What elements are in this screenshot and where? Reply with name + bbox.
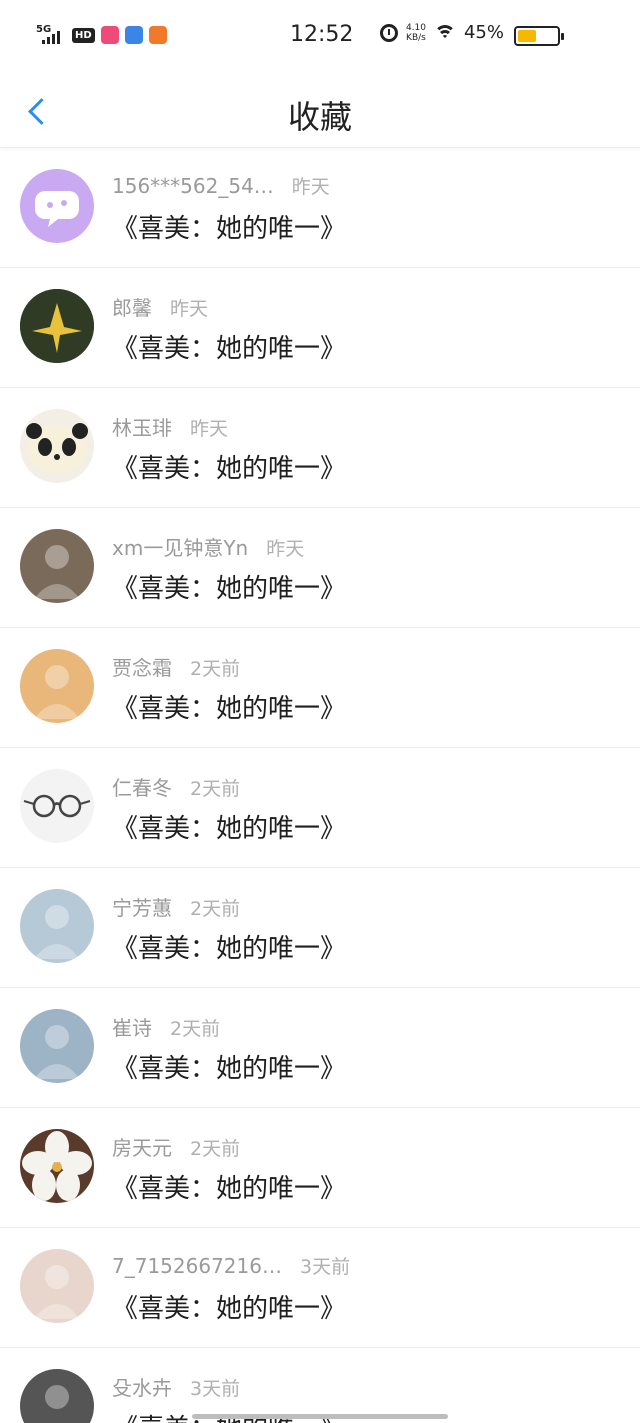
user-name[interactable]: 崔诗 <box>112 1012 152 1041</box>
glasses-icon <box>23 794 91 818</box>
user-name[interactable]: xm一见钟意Yn <box>112 532 248 561</box>
user-name[interactable]: 林玉琲 <box>112 412 172 441</box>
timestamp: 昨天 <box>170 298 209 320</box>
book-title[interactable]: 《喜美：她的唯一》 <box>112 568 346 605</box>
avatar[interactable] <box>20 769 94 843</box>
wifi-icon <box>433 24 456 41</box>
avatar[interactable] <box>20 529 94 603</box>
timestamp: 昨天 <box>291 176 330 198</box>
chat-bubble-icon <box>35 191 79 227</box>
list-item[interactable]: 殳水卉3天前《喜美：她的唯一》 <box>0 1348 640 1423</box>
list-item[interactable]: 宁芳蕙 2天前《喜美：她的唯一》 <box>0 868 640 988</box>
person-photo-icon <box>34 665 80 719</box>
signal-icon: 5G <box>36 24 66 46</box>
user-name[interactable]: 宁芳蕙 <box>112 892 172 921</box>
name-line: 156***562_54… 昨天 <box>112 172 330 199</box>
book-title[interactable]: 《喜美：她的唯一》 <box>112 928 346 965</box>
name-line: 林玉琲 昨天 <box>112 412 228 441</box>
avatar[interactable] <box>20 1249 94 1323</box>
list-item[interactable]: 仁春冬 2天前《喜美：她的唯一》 <box>0 748 640 868</box>
origami-icon <box>20 289 94 363</box>
hd-badge: HD <box>72 27 95 43</box>
name-line: 殳水卉 3天前 <box>112 1372 240 1401</box>
list-item[interactable]: 7_7152667216… 3天前《喜美：她的唯一》 <box>0 1228 640 1348</box>
person-photo-icon <box>34 1265 80 1319</box>
avatar[interactable] <box>20 169 94 243</box>
person-photo-icon <box>45 1385 69 1409</box>
name-line: 仁春冬 2天前 <box>112 772 240 801</box>
user-name[interactable]: 贾念霜 <box>112 652 172 681</box>
list-item[interactable]: 林玉琲 昨天《喜美：她的唯一》 <box>0 388 640 508</box>
book-title[interactable]: 《喜美：她的唯一》 <box>112 1288 346 1325</box>
home-indicator[interactable] <box>192 1414 448 1419</box>
timestamp: 2天前 <box>190 1138 241 1160</box>
timestamp: 昨天 <box>190 418 229 440</box>
user-name[interactable]: 7_7152667216… <box>112 1254 282 1278</box>
panda-icon <box>26 423 88 473</box>
favorites-list: 156***562_54… 昨天 《喜美：她的唯一》 郎馨 昨天 《喜美：她的唯一》 林玉琲… <box>0 148 640 1423</box>
timestamp: 昨天 <box>266 538 305 560</box>
book-title[interactable]: 《喜美：她的唯一》 <box>112 448 346 485</box>
person-photo-icon <box>34 1025 80 1079</box>
avatar[interactable] <box>20 409 94 483</box>
user-name[interactable]: 156***562_54… <box>112 174 274 198</box>
avatar[interactable] <box>20 289 94 363</box>
net-speed: 4.10 KB/s <box>406 23 426 43</box>
name-line: 郎馨 昨天 <box>112 292 208 321</box>
book-title[interactable]: 《喜美：她的唯一》 <box>112 1168 346 1205</box>
list-item[interactable]: 郎馨 昨天《喜美：她的唯一》 <box>0 268 640 388</box>
timestamp: 2天前 <box>190 658 241 680</box>
battery-percent: 45% <box>463 22 504 43</box>
avatar[interactable] <box>20 889 94 963</box>
list-item[interactable]: 崔诗 2天前《喜美：她的唯一》 <box>0 988 640 1108</box>
book-title[interactable]: 《喜美：她的唯一》 <box>112 808 346 845</box>
list-item[interactable]: 156***562_54… 昨天《喜美：她的唯一》 <box>0 148 640 268</box>
timestamp: 2天前 <box>190 898 241 920</box>
compass-app-icon <box>124 26 143 44</box>
book-title[interactable]: 《喜美：她的唯一》 <box>112 688 346 725</box>
timestamp: 3天前 <box>190 1378 241 1400</box>
avatar[interactable] <box>20 1129 94 1203</box>
name-line: 宁芳蕙 2天前 <box>112 892 240 921</box>
header: 收藏 <box>0 74 640 148</box>
book-title[interactable]: 《喜美：她的唯一》 <box>112 1048 346 1085</box>
name-line: xm一见钟意Yn 昨天 <box>112 532 304 561</box>
battery-icon <box>514 26 564 46</box>
timestamp: 3天前 <box>299 1256 351 1278</box>
clock: 12:52 <box>290 22 354 47</box>
battery-level <box>518 30 536 42</box>
avatar[interactable] <box>20 649 94 723</box>
alarm-icon <box>379 23 398 42</box>
name-line: 贾念霜 2天前 <box>112 652 240 681</box>
timestamp: 2天前 <box>170 1018 221 1040</box>
user-name[interactable]: 殳水卉 <box>112 1372 172 1401</box>
name-line: 房天元 2天前 <box>112 1132 240 1161</box>
book-title[interactable]: 《喜美：她的唯一》 <box>112 328 346 365</box>
user-name[interactable]: 房天元 <box>112 1132 172 1161</box>
person-photo-icon <box>34 545 80 599</box>
name-line: 崔诗 2天前 <box>112 1012 220 1041</box>
list-item[interactable]: xm一见钟意Yn 昨天《喜美：她的唯一》 <box>0 508 640 628</box>
app-notification-icon <box>100 26 119 44</box>
net-speed-value: 4.10 <box>405 22 426 33</box>
avatar[interactable] <box>20 1369 94 1423</box>
user-name[interactable]: 郎馨 <box>112 292 152 321</box>
list-item[interactable]: 贾念霜 2天前《喜美：她的唯一》 <box>0 628 640 748</box>
game-app-icon <box>148 26 167 44</box>
person-photo-icon <box>34 905 80 959</box>
flower-icon <box>22 1131 92 1201</box>
user-name[interactable]: 仁春冬 <box>112 772 172 801</box>
net-speed-unit: KB/s <box>406 32 426 43</box>
page-title: 收藏 <box>287 98 352 136</box>
name-line: 7_7152667216… 3天前 <box>112 1252 350 1279</box>
list-item[interactable]: 房天元 2天前《喜美：她的唯一》 <box>0 1108 640 1228</box>
book-title[interactable]: 《喜美：她的唯一》 <box>112 208 346 245</box>
avatar[interactable] <box>20 1009 94 1083</box>
status-bar: 5G HD 12:52 4.10 KB/s 45% <box>0 0 640 74</box>
timestamp: 2天前 <box>190 778 241 800</box>
